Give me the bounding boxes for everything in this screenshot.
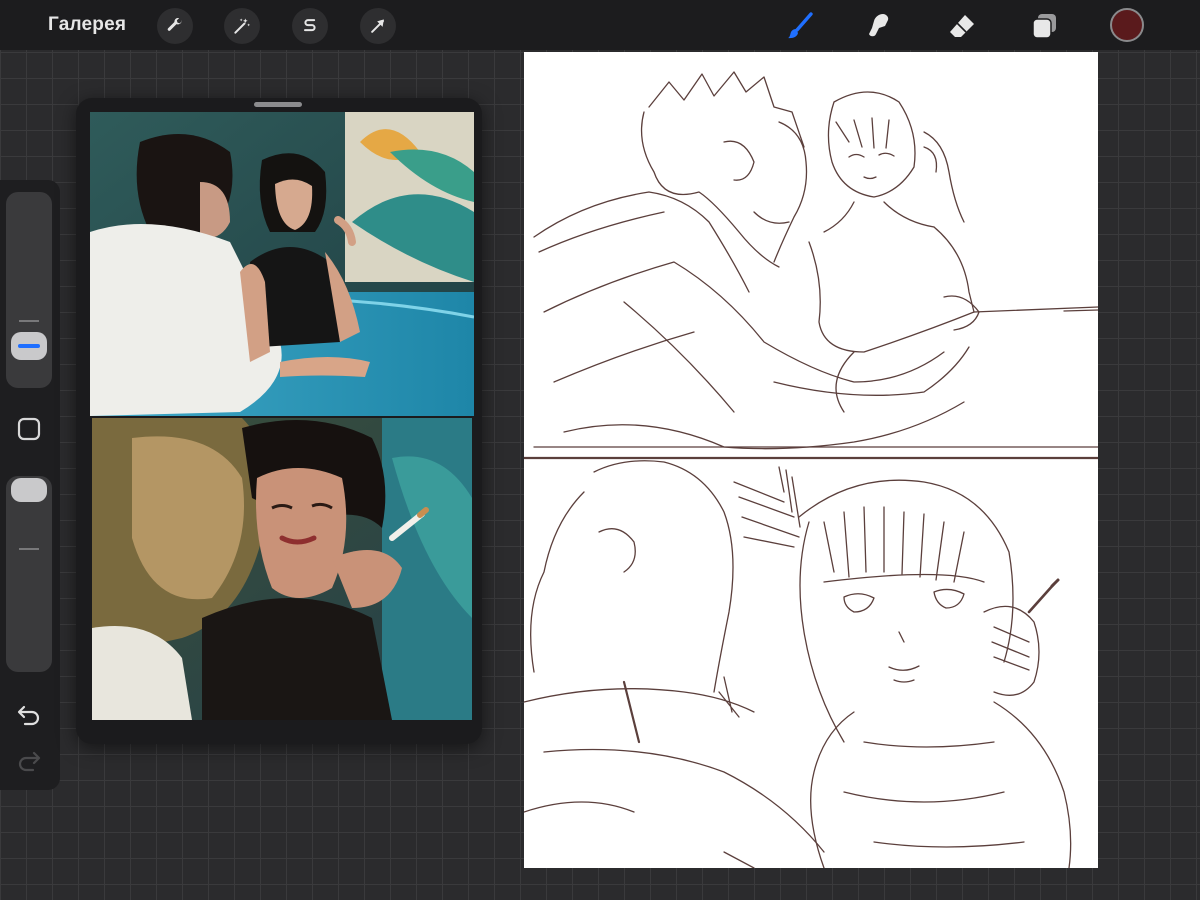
undo-icon (17, 705, 40, 726)
slider-tick (19, 548, 39, 550)
opacity-slider[interactable] (6, 476, 52, 672)
selection-s-icon (304, 19, 316, 32)
layers-icon (1032, 14, 1056, 39)
sketch-panel-closeup-girl-with-cigarette (524, 460, 1072, 868)
smudge-tool-button[interactable] (862, 8, 898, 44)
actions-button[interactable] (157, 8, 193, 44)
brush-size-thumb[interactable] (11, 332, 47, 360)
arrow-cursor-icon (371, 19, 384, 33)
left-sidebar (0, 180, 60, 790)
transform-button[interactable] (360, 8, 396, 44)
wrench-icon (167, 17, 183, 31)
smudge-icon (869, 14, 889, 37)
square-modify-icon (17, 417, 41, 441)
drawing-canvas[interactable] (524, 52, 1098, 868)
eraser-icon (950, 15, 974, 37)
color-picker-button[interactable] (1110, 8, 1144, 42)
reference-photo-closeup-woman-with-cigarette (92, 418, 472, 720)
sketch-artwork (524, 71, 1098, 868)
eraser-tool-button[interactable] (944, 8, 980, 44)
redo-icon (18, 751, 41, 772)
reference-photo-couple-at-table (90, 112, 474, 416)
reference-window[interactable] (76, 98, 482, 744)
modify-button[interactable] (16, 416, 42, 442)
reference-photo-top (90, 112, 474, 416)
opacity-thumb[interactable] (11, 478, 47, 502)
top-toolbar: Галерея (0, 0, 1200, 50)
reference-drag-handle[interactable] (254, 102, 302, 107)
layers-button[interactable] (1026, 8, 1062, 44)
sketch-panel-couple-at-table (533, 71, 1098, 450)
slider-tick (19, 320, 39, 322)
brush-tool-button[interactable] (782, 8, 818, 44)
size-indicator (18, 344, 40, 348)
reference-photo-bottom (92, 418, 472, 720)
gallery-button[interactable]: Галерея (48, 14, 126, 36)
adjustments-button[interactable] (224, 8, 260, 44)
undo-button[interactable] (14, 698, 44, 728)
magic-wand-icon (234, 18, 251, 34)
redo-button[interactable] (14, 746, 44, 776)
selection-button[interactable] (292, 8, 328, 44)
brush-icon (788, 12, 813, 39)
brush-size-slider[interactable] (6, 192, 52, 388)
